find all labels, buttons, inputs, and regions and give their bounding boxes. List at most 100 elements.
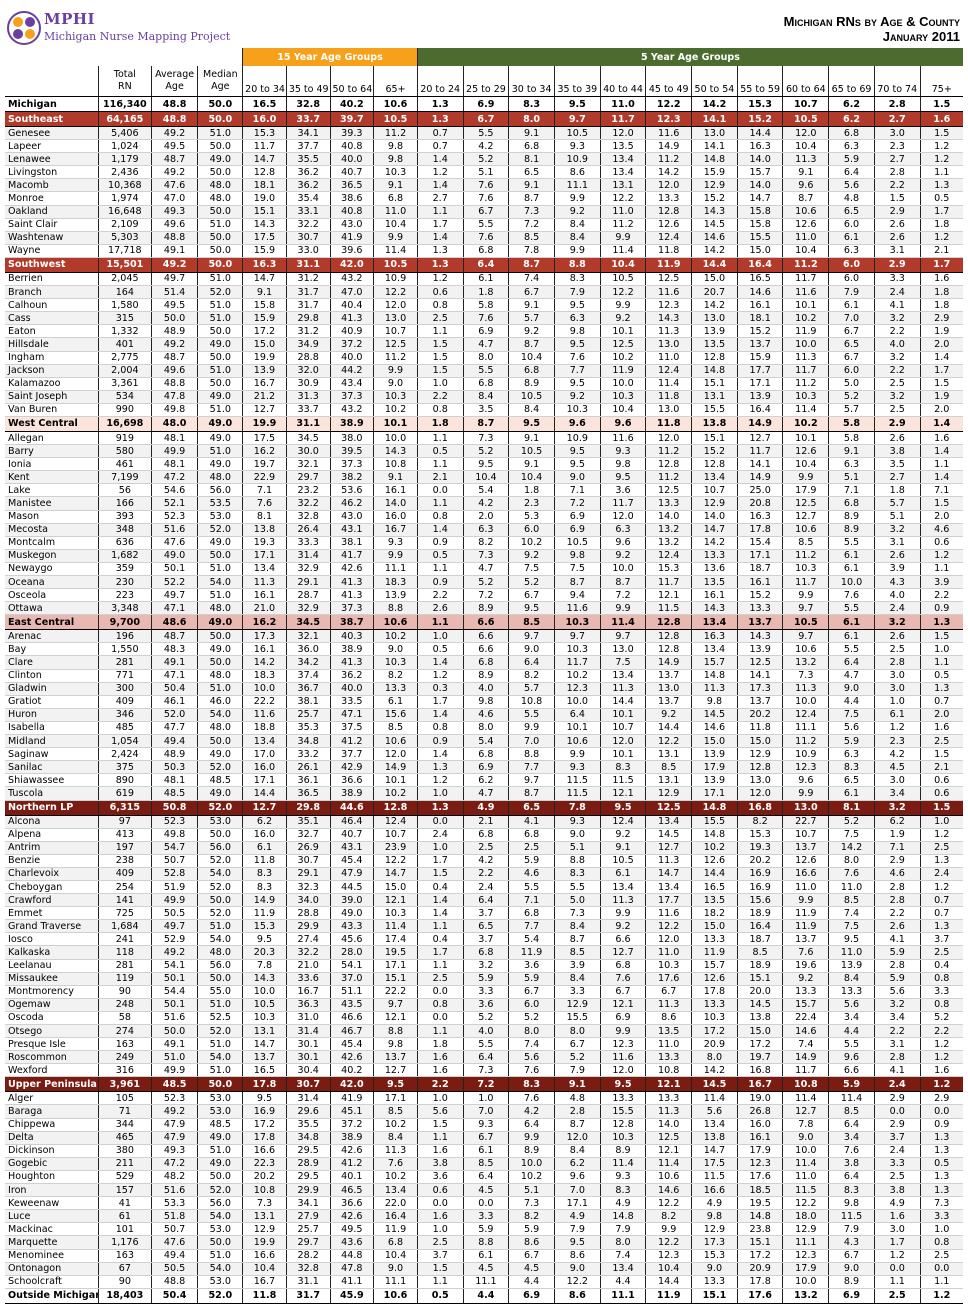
cell-age5: 22.7 [782,815,830,829]
cell-age5: 2.5 [920,1249,963,1263]
cell-age5: 6.1 [828,786,875,801]
cell-age5: 2.9 [874,205,921,219]
cell-age5: 8.8 [508,747,555,762]
cell-age15: 6.1 [373,695,418,709]
cell-age5: 12.7 [737,431,784,446]
cell-age5: 8.2 [508,669,555,683]
cell-age5: 2.5 [417,972,464,986]
cell-age5: 0.5 [417,1287,464,1304]
cell-age5: 12.8 [645,457,693,472]
cell-median-age: 52.0 [197,285,244,300]
mphi-logo-icon [7,11,41,45]
cell-age5: 1.8 [920,218,963,232]
cell-age5: 11.4 [782,1091,830,1106]
cell-age15: 14.7 [242,1037,287,1052]
cell-age5: 15.1 [691,431,738,446]
cell-age15: 30.7 [286,231,331,245]
cell-median-age: 50.0 [197,549,244,563]
cell-age5: 6.8 [508,828,555,842]
cell-age5: 7.1 [920,483,963,498]
cell-age5: 5.9 [508,854,555,868]
cell-age15: 12.1 [373,893,418,908]
cell-age5: 10.3 [600,390,647,404]
table-row: Oscoda 58 51.6 52.5 10.3 31.0 46.6 12.1 0.0 5.2 5.… [5,1011,963,1026]
cell-age15: 29.7 [286,1235,331,1250]
cell-total-rn: 105 [98,1091,152,1106]
cell-age5: 1.8 [508,483,555,498]
cell-age15: 14.9 [242,893,287,908]
cell-age5: 17.2 [691,1024,738,1039]
cell-age5: 8.0 [463,351,510,365]
cell-age15: 32.0 [286,364,331,378]
cell-age15: 19.9 [242,351,287,365]
cell-average-age: 50.5 [151,1262,199,1276]
cell-median-age: 53.0 [197,510,244,524]
cell-age5: 6.1 [828,629,875,644]
cell-age5: 10.9 [554,152,601,167]
cell-age5: 0.9 [417,536,464,550]
cell-age5: 1.6 [920,111,963,127]
cell-age5: 16.8 [737,1063,784,1078]
cell-age5: 11.0 [645,351,693,365]
cell-age15: 14.3 [242,218,287,232]
cell-average-age: 49.7 [151,588,199,603]
cell-total-rn: 529 [98,1170,152,1185]
row-name: Calhoun [5,298,99,313]
cell-age5: 7.8 [508,244,555,258]
cell-age5: 9.1 [782,165,830,180]
cell-age15: 13.9 [373,588,418,603]
cell-age5: 1.3 [417,96,464,112]
cell-age5: 7.4 [828,906,875,921]
cell-age5: 1.4 [920,444,963,459]
cell-age5: 8.6 [554,1287,601,1304]
cell-age5: 6.8 [600,959,647,973]
cell-age5: 16.3 [691,629,738,644]
cell-age15: 28.8 [286,351,331,365]
cell-age15: 13.7 [373,1050,418,1065]
cell-age15: 9.0 [373,377,418,391]
row-name: Mecosta [5,523,99,537]
cell-average-age: 49.1 [151,244,199,258]
cell-age5: 12.3 [600,1037,647,1052]
cell-age5: 9.5 [554,337,601,352]
cell-age5: 0.4 [417,880,464,895]
cell-age5: 1.9 [920,390,963,404]
cell-age5: 14.7 [737,191,784,206]
cell-age15: 43.6 [330,1235,375,1250]
cell-age5: 6.2 [828,96,875,112]
cell-age5: 11.4 [645,1157,693,1171]
cell-age5: 13.3 [645,1050,693,1065]
cell-age5: 12.6 [691,854,738,868]
cell-age5: 1.6 [874,1209,921,1224]
cell-age15: 7.8 [242,959,287,973]
cell-age5: 16.6 [782,867,830,881]
cell-age15: 9.7 [373,998,418,1012]
cell-age5: 6.7 [463,1131,510,1145]
table-row: Iron 157 51.6 52.0 10.8 29.9 46.5 13.4 0.6 4.5 5.1… [5,1183,963,1198]
cell-age5: 3.0 [874,126,921,141]
cell-median-age: 49.0 [197,457,244,472]
cell-age5: 14.5 [645,828,693,842]
cell-age15: 41.2 [330,734,375,749]
cell-age5: 16.5 [737,272,784,287]
cell-age15: 11.0 [373,205,418,219]
cell-age5: 0.0 [417,815,464,829]
cell-age15: 15.1 [242,205,287,219]
cell-age15: 17.5 [242,431,287,446]
cell-age5: 0.6 [417,1183,464,1198]
row-name: Clare [5,655,99,670]
cell-age5: 6.2 [463,773,510,788]
cell-age5: 13.4 [600,1262,647,1276]
cell-total-rn: 157 [98,1183,152,1198]
cell-age15: 32.2 [286,218,331,232]
cell-age5: 17.6 [737,1287,784,1304]
cell-age5: 11.7 [600,111,647,127]
cell-age5: 14.9 [645,139,693,154]
table-row: Baraga 71 49.2 53.0 16.9 29.6 45.1 8.5 5.6 7.0 4.2… [5,1104,963,1119]
cell-age5: 11.2 [782,377,830,391]
cell-age5: 10.3 [554,403,601,417]
cell-age15: 42.6 [330,1050,375,1065]
row-name: Emmet [5,906,99,921]
table-row: Newaygo 359 50.1 51.0 13.4 32.9 42.6 11.1 1.1 4.7… [5,562,963,577]
cell-age5: 10.8 [782,1076,830,1093]
